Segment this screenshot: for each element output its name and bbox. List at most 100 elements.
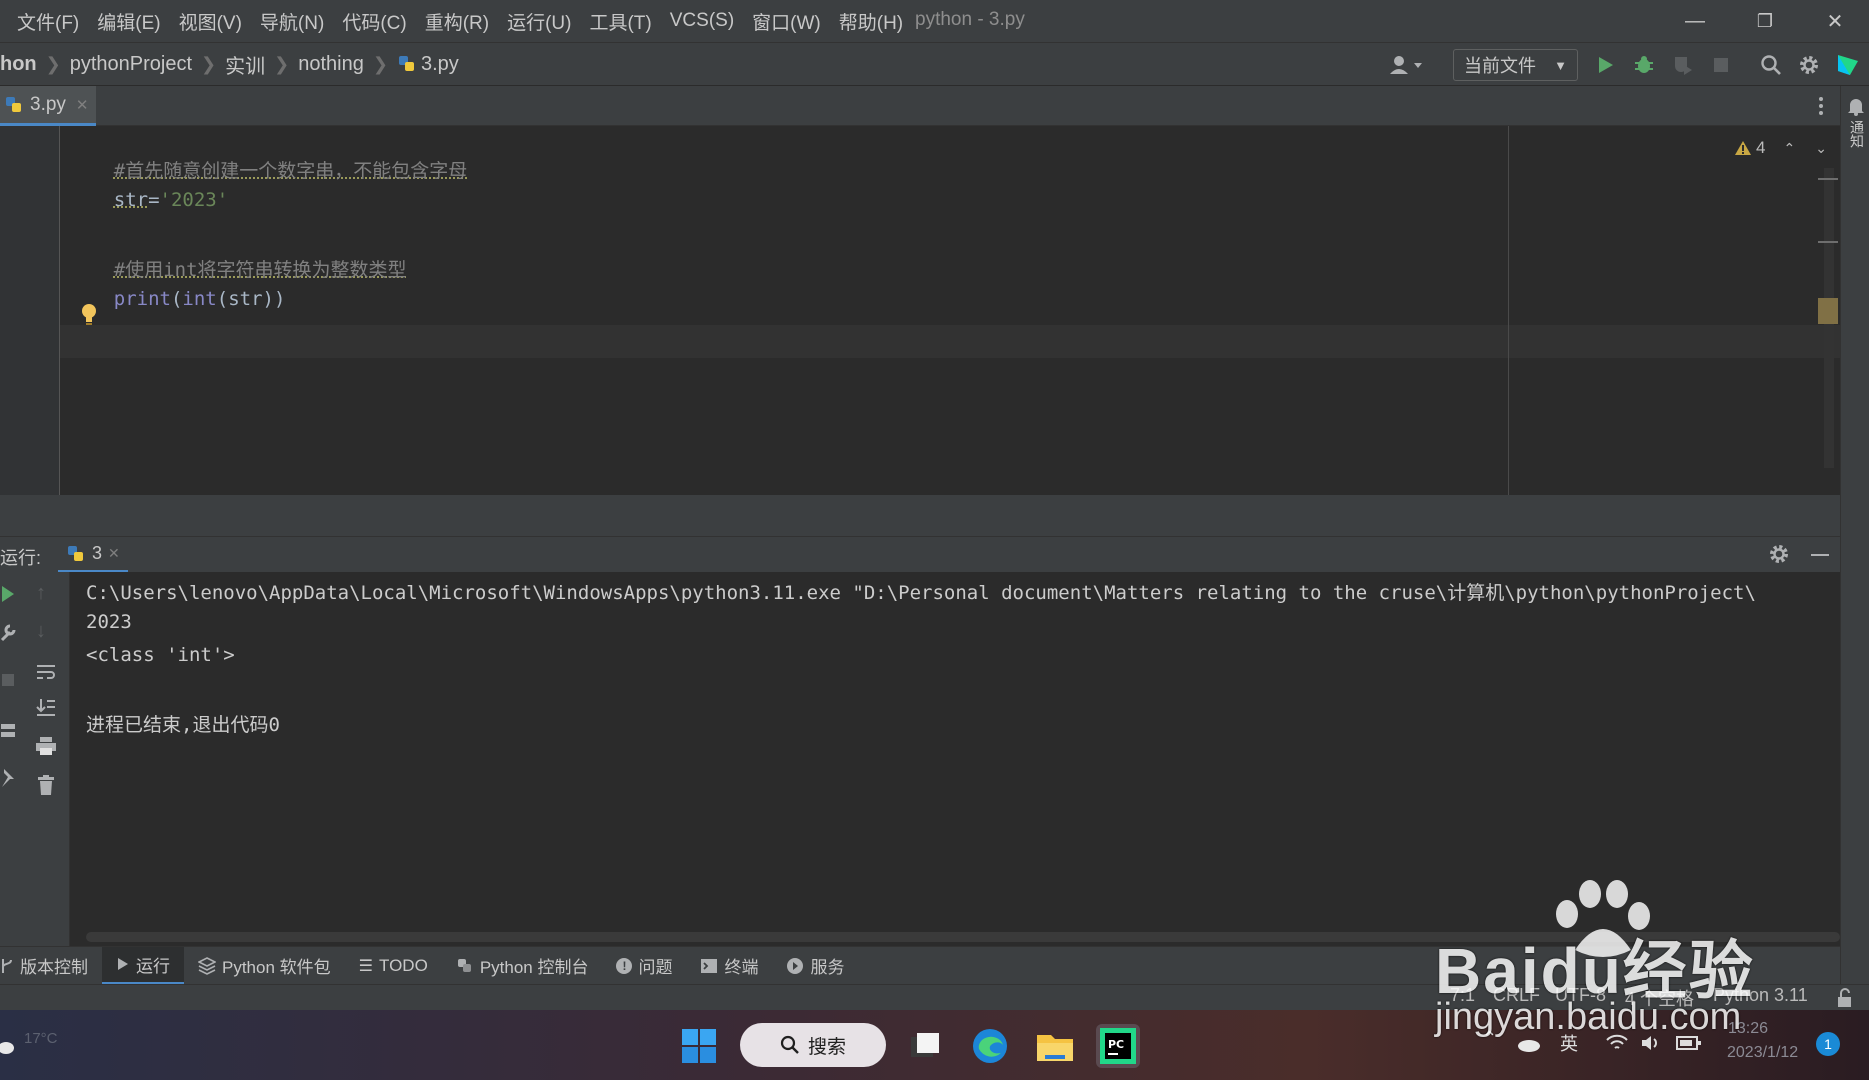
- menu-bar: 文件(F) 编辑(E) 视图(V) 导航(N) 代码(C) 重构(R) 运行(U…: [0, 0, 1869, 42]
- task-view-button[interactable]: [903, 1024, 947, 1068]
- tool-tab-python-packages[interactable]: Python 软件包: [184, 947, 345, 985]
- breadcrumb-file[interactable]: 3.py: [421, 53, 459, 76]
- wrench-icon[interactable]: [0, 622, 18, 642]
- minimize-button[interactable]: —: [1667, 4, 1723, 38]
- tool-tab-run[interactable]: 运行: [102, 946, 184, 985]
- wifi-icon[interactable]: [1606, 1034, 1628, 1052]
- tool-tab-terminal[interactable]: 终端: [686, 947, 772, 985]
- tool-tab-services[interactable]: 服务: [772, 947, 858, 985]
- menu-run[interactable]: 运行(U): [498, 8, 580, 35]
- pin-icon[interactable]: [0, 767, 18, 787]
- menu-file[interactable]: 文件(F): [0, 8, 88, 35]
- debug-button[interactable]: [1630, 51, 1658, 79]
- input-method-indicator[interactable]: 英: [1560, 1030, 1578, 1056]
- menu-view[interactable]: 视图(V): [170, 8, 251, 35]
- run-settings-button[interactable]: [1768, 543, 1792, 567]
- caret-marker[interactable]: [1818, 298, 1838, 324]
- hide-panel-button[interactable]: [1808, 543, 1832, 567]
- trash-icon[interactable]: [35, 774, 57, 796]
- menu-edit[interactable]: 编辑(E): [88, 8, 169, 35]
- tab-options-button[interactable]: [1812, 94, 1830, 118]
- coverage-button[interactable]: [1669, 51, 1697, 79]
- taskbar-clock-time[interactable]: 13:26: [1728, 1020, 1768, 1038]
- bell-icon[interactable]: [1846, 96, 1866, 116]
- menu-navigate[interactable]: 导航(N): [251, 8, 333, 35]
- run-console[interactable]: ↑ ↓ C:\Users\lenovo\AppData\Local\Micros…: [0, 572, 1840, 946]
- chevron-up-icon[interactable]: ⌃: [1783, 140, 1795, 157]
- tool-tab-label: 终端: [724, 958, 759, 977]
- menu-window[interactable]: 窗口(W): [743, 8, 830, 35]
- menu-code[interactable]: 代码(C): [333, 8, 415, 35]
- scroll-to-end-icon[interactable]: [35, 697, 57, 717]
- cloud-icon: [0, 1042, 14, 1054]
- menu-refactor[interactable]: 重构(R): [416, 8, 498, 35]
- taskbar-search[interactable]: 搜索: [740, 1023, 886, 1067]
- stop-button[interactable]: [1707, 51, 1735, 79]
- volume-icon[interactable]: [1640, 1034, 1662, 1052]
- tool-tab-python-console[interactable]: Python 控制台: [442, 947, 603, 985]
- python-interpreter[interactable]: Python 3.11: [1713, 985, 1808, 1006]
- onedrive-icon[interactable]: [1515, 1034, 1541, 1054]
- close-window-button[interactable]: ✕: [1807, 4, 1863, 38]
- notifications-tab[interactable]: 通知: [1847, 120, 1867, 148]
- console-horizontal-scrollbar[interactable]: [86, 932, 1840, 942]
- taskbar-clock-date[interactable]: 2023/1/12: [1727, 1044, 1798, 1062]
- pycharm-taskbar-button[interactable]: PC: [1096, 1024, 1140, 1068]
- warning-marker[interactable]: [1818, 241, 1838, 243]
- tool-tab-vcs[interactable]: 版本控制: [0, 947, 102, 985]
- code-editor[interactable]: #首先随意创建一个数字串，不能包含字母 str='2023' #使用int将字符…: [0, 126, 1840, 495]
- indent-setting[interactable]: 4 个空格: [1625, 985, 1694, 1011]
- jetbrains-toolbox-button[interactable]: [1834, 51, 1862, 79]
- close-tab-icon[interactable]: ✕: [76, 96, 89, 114]
- file-encoding[interactable]: UTF-8: [1555, 985, 1606, 1006]
- restore-button[interactable]: ❐: [1737, 4, 1793, 38]
- weather-widget[interactable]: 17°C: [0, 1018, 90, 1072]
- breadcrumb-project[interactable]: pythonProject: [70, 53, 192, 76]
- intention-bulb-button[interactable]: [80, 302, 98, 326]
- warning-marker[interactable]: [1818, 178, 1838, 180]
- chevron-up-icon[interactable]: ⌃: [1482, 1028, 1497, 1049]
- layout-icon[interactable]: [0, 722, 18, 740]
- line-separator[interactable]: CRLF: [1493, 985, 1540, 1006]
- panel-divider[interactable]: [0, 495, 1840, 536]
- status-bar: 7:1 CRLF UTF-8 4 个空格 Python 3.11: [0, 984, 1869, 1010]
- unlock-icon[interactable]: [1836, 988, 1854, 1008]
- arrow-up-icon[interactable]: ↑: [36, 582, 46, 605]
- menu-vcs[interactable]: VCS(S): [661, 10, 743, 32]
- notification-badge[interactable]: 1: [1816, 1032, 1840, 1056]
- menu-help[interactable]: 帮助(H): [830, 8, 912, 35]
- arrow-down-icon[interactable]: ↓: [36, 620, 46, 643]
- inspection-widget[interactable]: 4 ⌃ ⌄: [1734, 136, 1830, 160]
- tool-tab-problems[interactable]: ! 问题: [602, 947, 686, 985]
- console-output-line: C:\Users\lenovo\AppData\Local\Microsoft\…: [86, 582, 1756, 604]
- run-configuration-select[interactable]: 当前文件 ▼: [1453, 49, 1578, 81]
- breadcrumb-folder-nothing[interactable]: nothing: [298, 53, 364, 76]
- search-everywhere-button[interactable]: [1757, 51, 1785, 79]
- edge-button[interactable]: [968, 1024, 1012, 1068]
- editor-scrollbar[interactable]: [1818, 168, 1838, 468]
- breadcrumb-root[interactable]: hon: [0, 53, 37, 76]
- editor-gutter[interactable]: [0, 126, 60, 495]
- rerun-icon[interactable]: [0, 584, 18, 604]
- services-icon: [787, 957, 804, 974]
- code-args: (str)): [216, 288, 286, 310]
- task-view-icon: [911, 1033, 939, 1057]
- breadcrumb-folder-shixun[interactable]: 实训: [225, 50, 265, 79]
- menu-tools[interactable]: 工具(T): [580, 8, 660, 35]
- run-tab-3[interactable]: 3 ✕: [58, 537, 128, 573]
- battery-icon[interactable]: [1676, 1035, 1702, 1051]
- settings-button[interactable]: [1795, 51, 1823, 79]
- tool-tab-todo[interactable]: ☰ TODO: [345, 947, 442, 985]
- account-button[interactable]: [1385, 51, 1429, 79]
- chevron-down-icon[interactable]: ⌄: [1815, 140, 1827, 157]
- code-identifier: str: [113, 189, 149, 211]
- print-icon[interactable]: [35, 736, 57, 756]
- start-button[interactable]: [677, 1024, 721, 1068]
- stop-icon[interactable]: [0, 672, 18, 690]
- run-button[interactable]: [1591, 51, 1619, 79]
- caret-position[interactable]: 7:1: [1450, 985, 1475, 1006]
- file-explorer-button[interactable]: [1033, 1024, 1077, 1068]
- soft-wrap-icon[interactable]: [35, 662, 57, 682]
- editor-tab-3py[interactable]: 3.py ✕: [0, 86, 96, 126]
- close-tab-icon[interactable]: ✕: [108, 545, 120, 562]
